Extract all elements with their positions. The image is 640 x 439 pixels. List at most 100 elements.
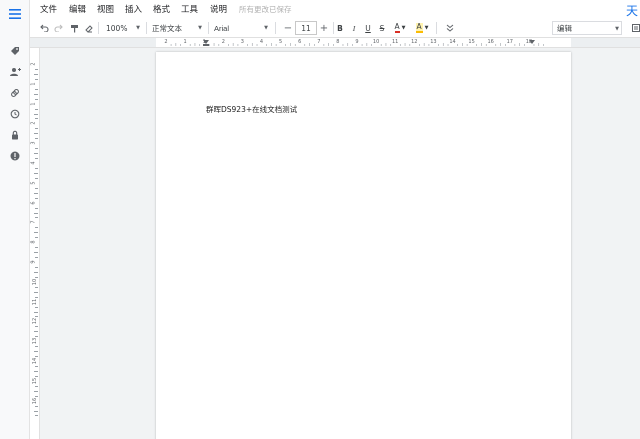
menu-file[interactable]: 文件 (40, 3, 57, 15)
app-logo: 天 (625, 4, 638, 18)
add-person-icon[interactable] (7, 64, 23, 80)
ruler-number: 8 (30, 240, 37, 244)
ruler-number: 16 (487, 39, 494, 45)
font-select[interactable]: Arial ▼ (214, 21, 270, 35)
ruler-tick (34, 390, 38, 392)
ruler-tick (35, 227, 38, 228)
ruler-number: 3 (30, 141, 37, 145)
ruler-tick (304, 44, 306, 46)
ruler-number: 2 (30, 121, 37, 125)
ruler-number: 1 (183, 39, 187, 45)
ruler-tick (447, 44, 449, 46)
ruler-number: 3 (240, 39, 244, 45)
zoom-select[interactable]: 100% ▼ (106, 21, 142, 35)
ruler-tick (35, 207, 38, 209)
ruler-tick (35, 257, 38, 258)
ruler-tick (34, 271, 38, 273)
ruler-tick (35, 405, 38, 407)
ruler-tick (232, 43, 234, 46)
ruler-tick (275, 44, 277, 46)
lock-icon[interactable] (7, 127, 23, 143)
ruler-tick (35, 247, 38, 248)
mode-select[interactable]: 编辑 ▼ (552, 21, 622, 35)
highlight-color-button[interactable]: A ▼ (413, 21, 431, 35)
chevron-down-icon: ▼ (264, 25, 268, 31)
ruler-tick (514, 44, 516, 46)
style-value: 正常文本 (152, 23, 182, 33)
ruler-tick (199, 44, 201, 46)
info-icon[interactable] (7, 148, 23, 164)
ruler-number: 5 (279, 39, 283, 45)
clear-format-icon[interactable] (82, 21, 94, 35)
ruler-tick (208, 44, 210, 46)
ruler-tick (366, 43, 368, 46)
strikethrough-button[interactable]: S (376, 21, 388, 35)
redo-icon[interactable] (52, 21, 64, 35)
ruler-tick (194, 43, 196, 46)
ruler-tick (35, 177, 38, 179)
font-size-input[interactable]: 11 (295, 21, 317, 35)
ruler-tick (342, 44, 344, 46)
ruler-tick (438, 44, 439, 46)
save-status: 所有更改已保存 (239, 5, 292, 14)
undo-icon[interactable] (38, 21, 50, 35)
ruler-tick (35, 286, 38, 288)
increase-font-size-button[interactable]: + (318, 21, 330, 35)
ruler-number: 5 (30, 181, 37, 185)
ruler-tick (35, 108, 38, 110)
toolbar: 100% ▼ 正常文本 ▼ Arial ▼ − 11 + B I U S A ▼… (30, 18, 640, 38)
italic-button[interactable]: I (348, 21, 360, 35)
document-body-text[interactable]: 群晖DS923+在线文档测试 (206, 104, 297, 115)
menu-format[interactable]: 格式 (153, 3, 170, 15)
ruler-tick (314, 44, 315, 46)
outline-icon[interactable] (630, 21, 640, 35)
underline-button[interactable]: U (362, 21, 374, 35)
ruler-number: 12 (411, 39, 418, 45)
ruler-tick (180, 44, 181, 46)
divider (146, 22, 147, 34)
menu-help[interactable]: 说明 (210, 3, 227, 15)
ruler-tick (35, 266, 38, 268)
text-color-button[interactable]: A ▼ (391, 21, 409, 35)
ruler-number: 2 (30, 62, 37, 66)
menu-edit[interactable]: 编辑 (69, 3, 86, 15)
ruler-tick (399, 44, 401, 46)
menu-view[interactable]: 视图 (97, 3, 114, 15)
decrease-font-size-button[interactable]: − (282, 21, 294, 35)
ruler-tick (256, 44, 258, 46)
bold-button[interactable]: B (334, 21, 346, 35)
ruler-tick (35, 148, 38, 149)
ruler-tick (409, 44, 411, 46)
ruler-tick (495, 44, 497, 46)
ruler-number: 1 (30, 82, 37, 86)
more-double-chevron-icon[interactable] (444, 21, 456, 35)
ruler-tick (237, 44, 239, 46)
ruler-number: 2 (164, 39, 168, 45)
tag-icon[interactable] (7, 43, 23, 59)
ruler-number: 9 (30, 260, 37, 264)
chevron-down-icon: ▼ (424, 25, 429, 31)
ruler-tick (34, 291, 38, 293)
history-icon[interactable] (7, 106, 23, 122)
ruler-tick (271, 43, 272, 46)
chevron-down-icon: ▼ (136, 25, 140, 31)
ruler-tick (34, 410, 38, 412)
menu-tools[interactable]: 工具 (181, 3, 198, 15)
ruler-number: 9 (355, 39, 359, 45)
style-select[interactable]: 正常文本 ▼ (152, 21, 204, 35)
divider (208, 22, 209, 34)
ruler-tick (35, 158, 38, 159)
menu-icon[interactable] (7, 6, 23, 22)
divider (436, 22, 437, 34)
document-page[interactable]: 群晖DS923+在线文档测试 (156, 52, 571, 439)
ruler-tick (294, 44, 296, 46)
link-icon[interactable] (7, 85, 23, 101)
ruler-number: 8 (336, 39, 340, 45)
ruler-tick (423, 43, 425, 46)
menu-insert[interactable]: 插入 (125, 3, 142, 15)
ruler-number: 4 (259, 39, 264, 45)
paint-format-icon[interactable] (68, 21, 80, 35)
ruler-tick (34, 93, 38, 95)
divider (98, 22, 99, 34)
ruler-tick (290, 43, 291, 46)
